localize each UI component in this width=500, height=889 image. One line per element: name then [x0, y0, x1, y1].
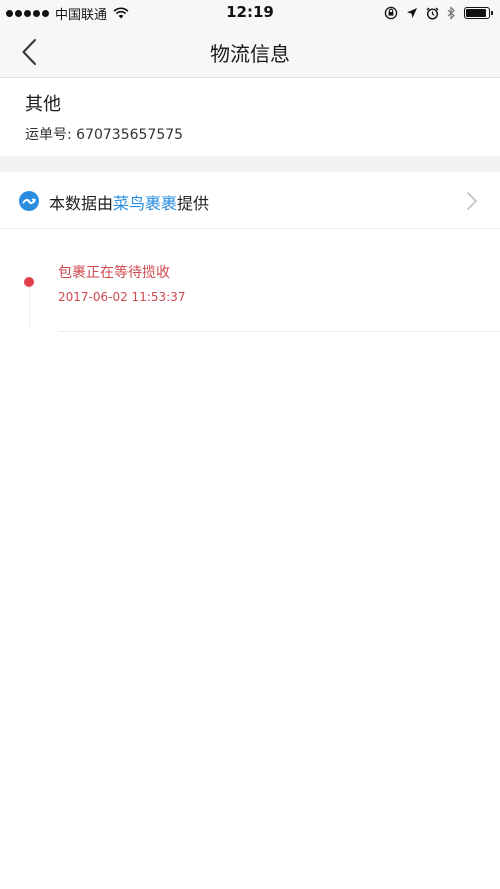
orientation-lock-icon [384, 6, 398, 20]
navigation-bar: 物流信息 [0, 26, 500, 78]
status-right [376, 5, 493, 21]
tracking-label: 运单号: [25, 127, 77, 143]
chevron-right-icon [467, 192, 477, 210]
provider-prefix: 本数据由 [49, 194, 114, 213]
cainiao-logo-icon [19, 191, 39, 211]
timeline-dot [24, 277, 34, 287]
event-time: 2017-06-02 11:53:37 [58, 290, 186, 304]
location-arrow-icon [407, 8, 417, 18]
timeline-line [28, 287, 30, 327]
section-divider [0, 156, 500, 172]
battery-icon [464, 7, 493, 19]
package-info: 其他 运单号: 670735657575 [0, 78, 500, 156]
bluetooth-icon [447, 6, 455, 20]
event-status: 包裹正在等待揽收 [58, 265, 170, 281]
tracking-timeline: 包裹正在等待揽收 2017-06-02 11:53:37 [0, 229, 500, 333]
courier-company: 其他 [25, 94, 61, 115]
data-provider-text: 本数据由菜鸟裹裹提供 [49, 190, 209, 214]
page-title: 物流信息 [210, 42, 290, 66]
event-divider [58, 331, 500, 332]
tracking-number: 670735657575 [76, 127, 184, 143]
tracking-number-row: 运单号: 670735657575 [25, 124, 183, 144]
provider-suffix: 提供 [177, 194, 210, 213]
alarm-clock-icon [426, 7, 439, 20]
provider-name: 菜鸟裹裹 [113, 194, 178, 213]
status-bar: 中国联通 12:19 [0, 0, 500, 26]
data-provider-row[interactable]: 本数据由菜鸟裹裹提供 [0, 172, 500, 229]
